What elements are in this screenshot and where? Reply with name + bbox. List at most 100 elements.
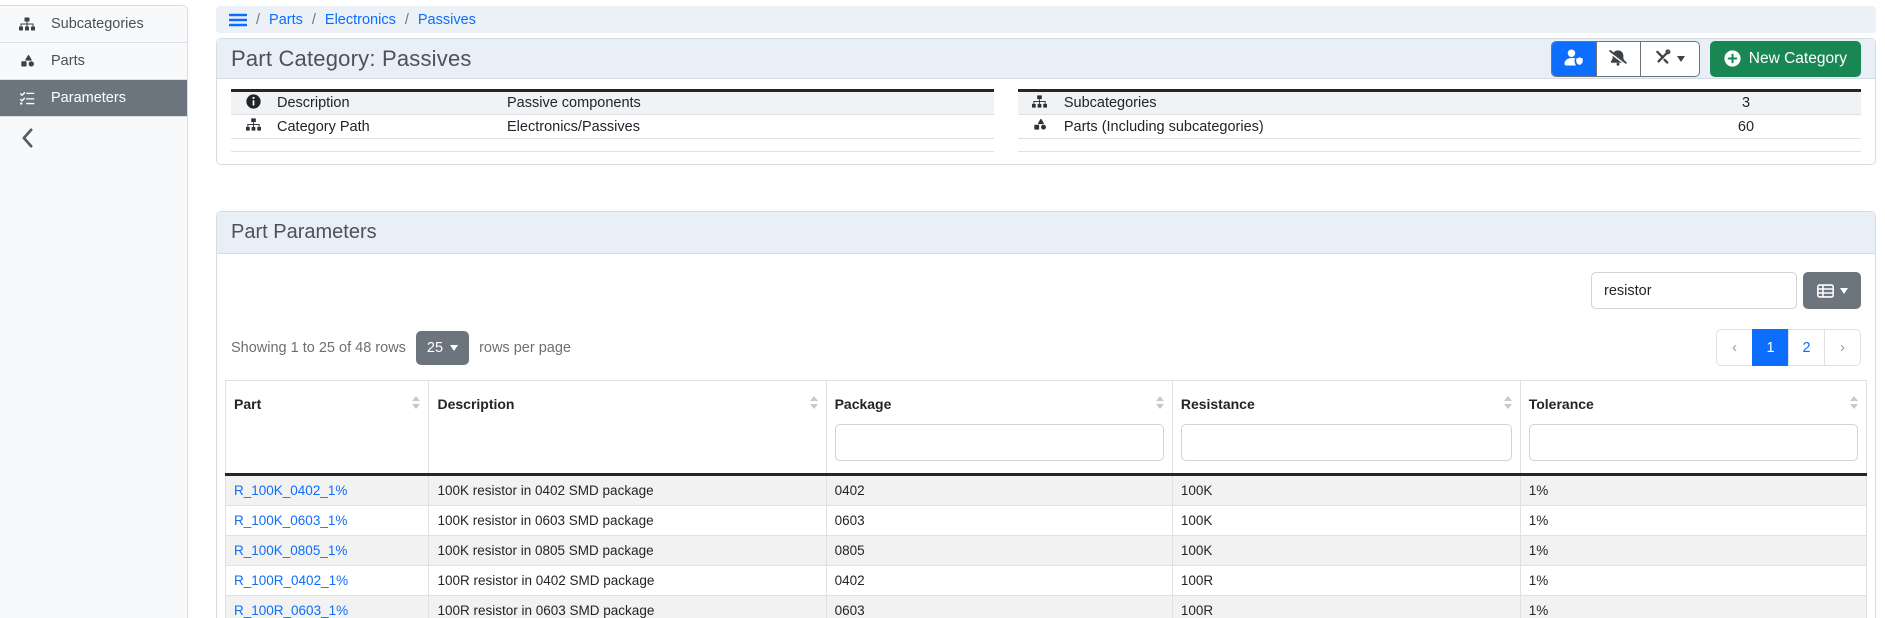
table-row: R_100K_0805_1% 100K resistor in 0805 SMD… bbox=[226, 536, 1867, 566]
column-label: Tolerance bbox=[1529, 396, 1594, 412]
pagination-info: Showing 1 to 25 of 48 rows 25 rows per p… bbox=[231, 331, 571, 365]
sort-icon bbox=[1156, 396, 1164, 412]
search-input[interactable] bbox=[1591, 272, 1797, 309]
table-meta-row: Showing 1 to 25 of 48 rows 25 rows per p… bbox=[231, 329, 1861, 366]
info-value: 60 bbox=[1631, 115, 1861, 139]
breadcrumb-link-passives[interactable]: Passives bbox=[418, 12, 476, 28]
cell-resistance: 100K bbox=[1172, 475, 1520, 506]
shapes-icon bbox=[1018, 115, 1056, 139]
info-row: Parts (Including subcategories) 60 bbox=[1018, 115, 1861, 139]
bell-slash-icon bbox=[1609, 49, 1627, 69]
panel-title: Part Parameters bbox=[231, 221, 377, 244]
main-content: / Parts / Electronics / Passives Part Ca… bbox=[188, 0, 1885, 618]
breadcrumb-separator: / bbox=[312, 12, 316, 28]
showing-rows-text: Showing 1 to 25 of 48 rows bbox=[231, 340, 406, 356]
sidebar-item-label: Parameters bbox=[51, 90, 126, 106]
columns-dropdown-button[interactable] bbox=[1803, 272, 1861, 309]
breadcrumb-link-electronics[interactable]: Electronics bbox=[325, 12, 396, 28]
part-link[interactable]: R_100K_0402_1% bbox=[234, 483, 347, 498]
column-header-resistance[interactable]: Resistance bbox=[1172, 381, 1520, 475]
parameters-table: Part Description Package bbox=[225, 380, 1867, 618]
table-list-icon bbox=[1817, 284, 1834, 298]
part-parameters-header: Part Parameters bbox=[217, 212, 1875, 254]
info-label: Subcategories bbox=[1056, 91, 1631, 115]
caret-down-icon bbox=[1840, 288, 1848, 294]
info-label: Description bbox=[269, 91, 499, 115]
cell-description: 100K resistor in 0603 SMD package bbox=[429, 506, 826, 536]
cell-package: 0402 bbox=[826, 566, 1172, 596]
info-value: 3 bbox=[1631, 91, 1861, 115]
cell-package: 0402 bbox=[826, 475, 1172, 506]
part-link[interactable]: R_100R_0402_1% bbox=[234, 573, 348, 588]
column-label: Description bbox=[437, 396, 514, 412]
tools-dropdown-button[interactable] bbox=[1640, 42, 1699, 76]
column-header-description[interactable]: Description bbox=[429, 381, 826, 475]
user-shield-icon bbox=[1564, 49, 1584, 69]
cell-tolerance: 1% bbox=[1520, 536, 1866, 566]
disable-notifications-button[interactable] bbox=[1596, 42, 1640, 76]
cell-resistance: 100R bbox=[1172, 566, 1520, 596]
page-size-dropdown[interactable]: 25 bbox=[416, 331, 469, 365]
header-actions: New Category bbox=[1551, 41, 1861, 77]
permissions-button[interactable] bbox=[1552, 42, 1596, 76]
rows-per-page-label: rows per page bbox=[479, 340, 571, 356]
filter-tolerance-input[interactable] bbox=[1529, 424, 1858, 461]
shapes-icon bbox=[18, 54, 36, 68]
plus-circle-icon bbox=[1724, 50, 1741, 67]
part-link[interactable]: R_100K_0805_1% bbox=[234, 543, 347, 558]
sidebar-item-parts[interactable]: Parts bbox=[0, 43, 187, 80]
cell-description: 100K resistor in 0805 SMD package bbox=[429, 536, 826, 566]
sitemap-icon bbox=[231, 115, 269, 139]
sidebar: Subcategories Parts Parameters bbox=[0, 5, 188, 618]
breadcrumb: / Parts / Electronics / Passives bbox=[216, 6, 1876, 33]
pagination-next[interactable]: › bbox=[1824, 329, 1861, 366]
sidebar-collapse-button[interactable] bbox=[0, 117, 187, 164]
pagination-prev[interactable]: ‹ bbox=[1716, 329, 1753, 366]
cell-resistance: 100R bbox=[1172, 596, 1520, 618]
page-title: Part Category: Passives bbox=[231, 46, 472, 72]
column-header-part[interactable]: Part bbox=[226, 381, 429, 475]
info-label: Parts (Including subcategories) bbox=[1056, 115, 1631, 139]
info-value: Electronics/Passives bbox=[499, 115, 994, 139]
cell-resistance: 100K bbox=[1172, 506, 1520, 536]
cell-description: 100R resistor in 0603 SMD package bbox=[429, 596, 826, 618]
caret-down-icon bbox=[450, 345, 458, 351]
sitemap-icon bbox=[18, 17, 36, 31]
column-header-tolerance[interactable]: Tolerance bbox=[1520, 381, 1866, 475]
sidebar-item-parameters[interactable]: Parameters bbox=[0, 80, 187, 117]
category-card: Part Category: Passives bbox=[216, 38, 1876, 165]
cell-tolerance: 1% bbox=[1520, 506, 1866, 536]
column-header-package[interactable]: Package bbox=[826, 381, 1172, 475]
list-check-icon bbox=[18, 92, 36, 105]
column-label: Part bbox=[234, 396, 261, 412]
info-circle-icon bbox=[231, 91, 269, 115]
cell-description: 100K resistor in 0402 SMD package bbox=[429, 475, 826, 506]
part-parameters-card: Part Parameters Sho bbox=[216, 211, 1876, 618]
pagination-page-2[interactable]: 2 bbox=[1788, 329, 1825, 366]
pagination-page-1[interactable]: 1 bbox=[1752, 329, 1789, 366]
cell-package: 0603 bbox=[826, 506, 1172, 536]
category-card-header: Part Category: Passives bbox=[217, 39, 1875, 79]
app-root: Subcategories Parts Parameters / bbox=[0, 0, 1885, 618]
part-link[interactable]: R_100K_0603_1% bbox=[234, 513, 347, 528]
sidebar-item-subcategories[interactable]: Subcategories bbox=[0, 6, 187, 43]
table-row: R_100R_0603_1% 100R resistor in 0603 SMD… bbox=[226, 596, 1867, 618]
hamburger-icon[interactable] bbox=[229, 13, 247, 27]
filter-package-input[interactable] bbox=[835, 424, 1164, 461]
sidebar-item-label: Parts bbox=[51, 53, 85, 69]
sitemap-icon bbox=[1018, 91, 1056, 115]
chevron-left-icon bbox=[21, 128, 34, 153]
new-category-button[interactable]: New Category bbox=[1710, 41, 1861, 77]
breadcrumb-link-parts[interactable]: Parts bbox=[269, 12, 303, 28]
category-card-body: Description Passive components Category … bbox=[217, 79, 1875, 164]
filter-resistance-input[interactable] bbox=[1181, 424, 1512, 461]
info-row: Description Passive components bbox=[231, 91, 994, 115]
cell-tolerance: 1% bbox=[1520, 566, 1866, 596]
breadcrumb-separator: / bbox=[405, 12, 409, 28]
part-link[interactable]: R_100R_0603_1% bbox=[234, 603, 348, 618]
sort-icon bbox=[412, 396, 420, 412]
table-toolbar bbox=[225, 272, 1867, 309]
sort-icon bbox=[1504, 396, 1512, 412]
category-info-table: Description Passive components Category … bbox=[231, 89, 994, 152]
cell-tolerance: 1% bbox=[1520, 596, 1866, 618]
